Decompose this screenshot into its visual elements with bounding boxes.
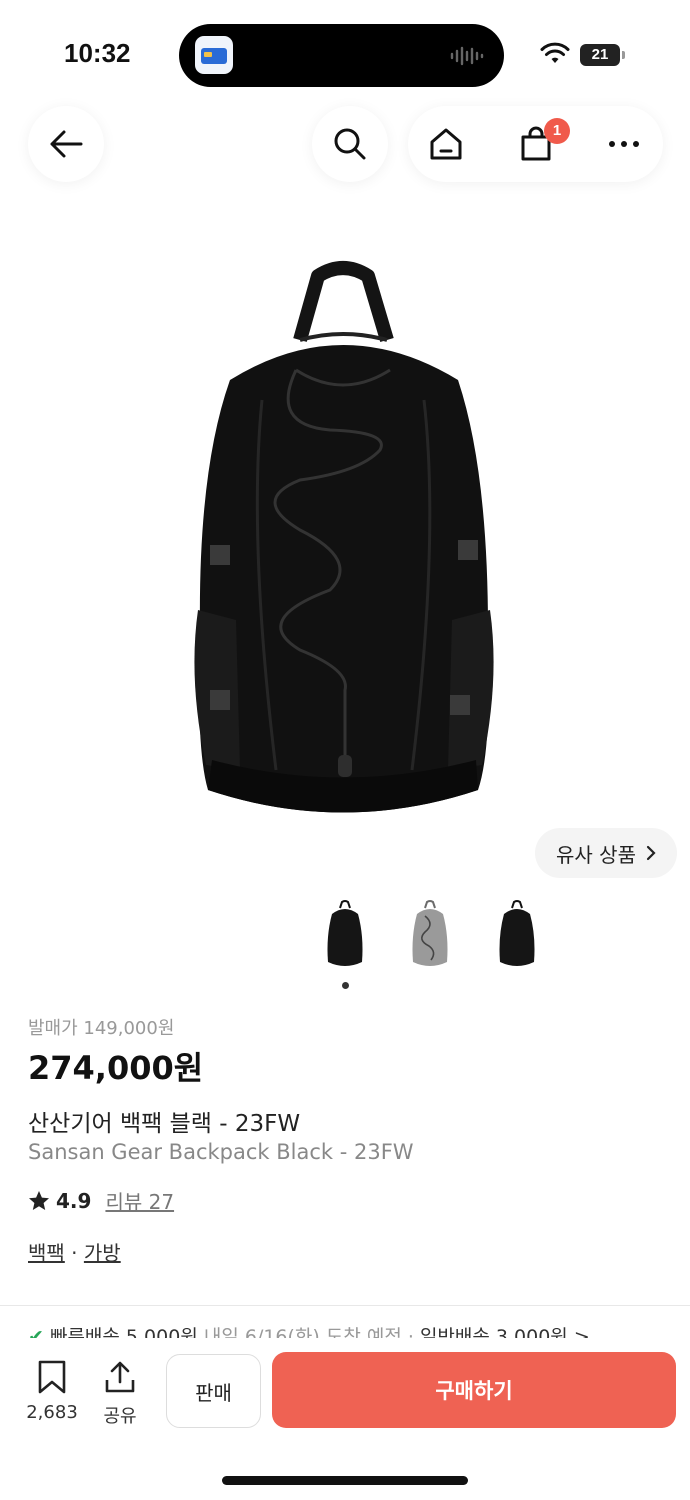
reviews-link[interactable]: 리뷰 27	[105, 1186, 174, 1215]
product-image[interactable]	[0, 210, 690, 850]
thumbnail-black-backpack-back[interactable]	[492, 896, 542, 976]
category-link-backpack[interactable]: 백팩	[28, 1241, 65, 1265]
product-name-korean: 산산기어 백팩 블랙 - 23FW	[28, 1111, 301, 1137]
chevron-right-icon	[646, 845, 656, 861]
back-button[interactable]	[28, 106, 104, 182]
buy-button[interactable]: 구매하기	[272, 1352, 676, 1428]
bookmark-count: 2,683	[26, 1402, 78, 1423]
home-indicator[interactable]	[222, 1476, 468, 1485]
thumbnail-black-backpack[interactable]	[320, 896, 370, 976]
carousel-indicator	[342, 982, 349, 989]
status-bar: 10:32 21	[0, 0, 690, 100]
search-button[interactable]	[312, 106, 388, 182]
rating-score: 4.9	[56, 1188, 92, 1213]
similar-products-label: 유사 상품	[556, 842, 636, 867]
battery-indicator: 21	[580, 44, 625, 66]
home-button[interactable]	[426, 124, 466, 164]
wifi-icon	[540, 42, 570, 63]
share-label: 공유	[103, 1406, 137, 1427]
cart-button[interactable]: 1	[516, 118, 570, 164]
bookmark-icon	[38, 1360, 66, 1394]
arrow-left-icon	[50, 130, 83, 158]
release-price: 발매가 149,000원	[28, 1018, 175, 1039]
thumbnail-grey-backpack[interactable]	[405, 896, 455, 976]
rating-row: 4.9 리뷰 27	[28, 1186, 174, 1215]
more-button[interactable]	[604, 124, 644, 164]
cart-count-badge: 1	[544, 118, 570, 144]
current-price: 274,000원	[28, 1049, 204, 1087]
nav-action-group: 1	[408, 106, 663, 182]
wallet-app-icon	[195, 36, 233, 74]
star-icon	[29, 1190, 49, 1210]
section-divider	[0, 1305, 690, 1306]
product-name-english: Sansan Gear Backpack Black - 23FW	[28, 1140, 414, 1164]
share-icon	[105, 1361, 135, 1393]
share-button[interactable]: 공유	[98, 1360, 142, 1428]
dynamic-island[interactable]	[179, 24, 504, 87]
similar-products-button[interactable]: 유사 상품	[535, 828, 677, 878]
more-dots-icon	[609, 141, 639, 147]
thumbnail-strip	[0, 896, 690, 976]
sell-button[interactable]: 판매	[166, 1354, 261, 1428]
search-icon	[334, 128, 366, 160]
category-link-bag[interactable]: 가방	[84, 1241, 121, 1265]
category-separator: ·	[64, 1241, 84, 1265]
home-icon	[430, 128, 462, 160]
status-time: 10:32	[64, 38, 131, 68]
audio-wave-icon	[450, 46, 484, 66]
bookmark-button[interactable]: 2,683	[22, 1360, 82, 1423]
category-breadcrumb: 백팩 · 가방	[28, 1237, 121, 1266]
